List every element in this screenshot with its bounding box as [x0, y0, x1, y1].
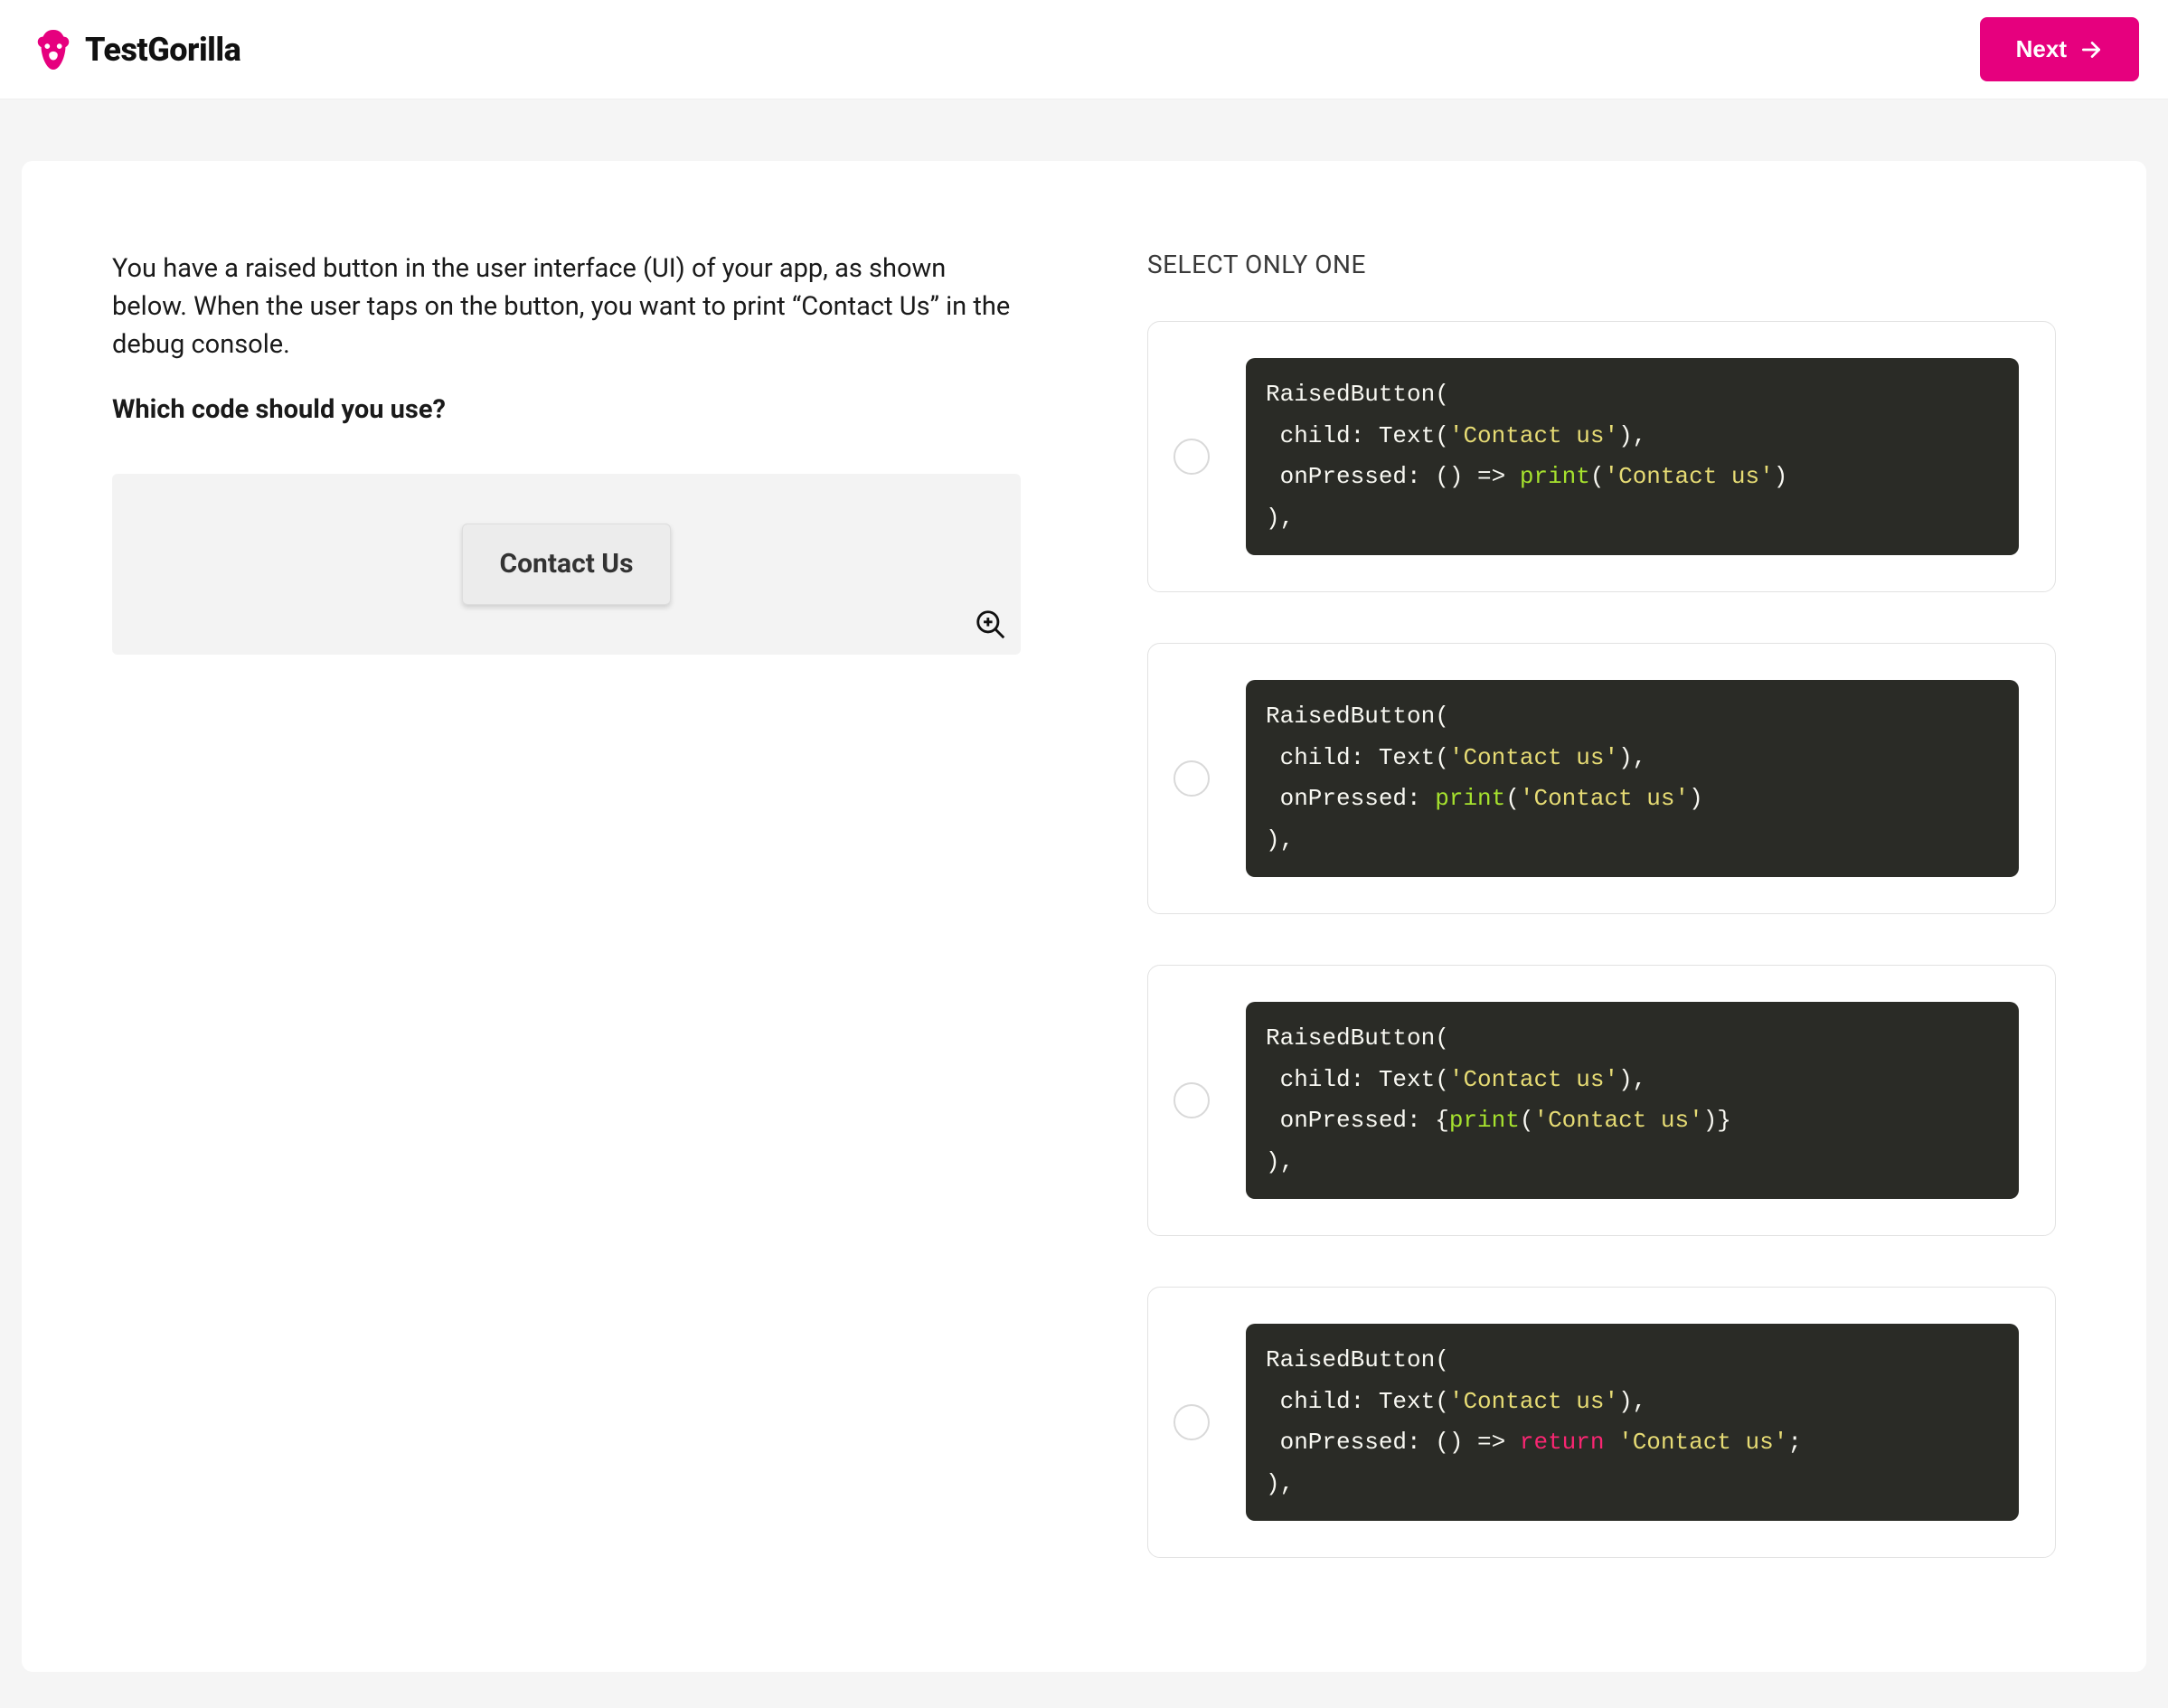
answers-column: SELECT ONLY ONE RaisedButton( child: Tex… [1147, 250, 2056, 1609]
next-button-label: Next [2016, 35, 2067, 63]
question-prompt: Which code should you use? [112, 391, 1021, 429]
page-body: You have a raised button in the user int… [0, 99, 2168, 1708]
code-snippet: RaisedButton( child: Text('Contact us'),… [1246, 1002, 2019, 1199]
radio-button[interactable] [1174, 1404, 1210, 1440]
code-snippet: RaisedButton( child: Text('Contact us'),… [1246, 358, 2019, 555]
code-snippet: RaisedButton( child: Text('Contact us'),… [1246, 1324, 2019, 1521]
zoom-in-icon[interactable] [974, 608, 1008, 642]
answer-option-3[interactable]: RaisedButton( child: Text('Contact us'),… [1147, 965, 2056, 1236]
code-snippet: RaisedButton( child: Text('Contact us'),… [1246, 680, 2019, 877]
radio-button[interactable] [1174, 760, 1210, 797]
question-card: You have a raised button in the user int… [22, 161, 2146, 1672]
options-list: RaisedButton( child: Text('Contact us'),… [1147, 321, 2056, 1558]
contact-us-sample-button: Contact Us [462, 524, 670, 605]
question-image: Contact Us [112, 474, 1021, 655]
next-button[interactable]: Next [1980, 17, 2139, 81]
gorilla-icon [33, 28, 74, 71]
top-bar: TestGorilla Next [0, 0, 2168, 99]
radio-button[interactable] [1174, 439, 1210, 475]
answer-option-2[interactable]: RaisedButton( child: Text('Contact us'),… [1147, 643, 2056, 914]
answer-option-4[interactable]: RaisedButton( child: Text('Contact us'),… [1147, 1287, 2056, 1558]
question-column: You have a raised button in the user int… [112, 250, 1021, 1609]
answer-option-1[interactable]: RaisedButton( child: Text('Contact us'),… [1147, 321, 2056, 592]
question-text: You have a raised button in the user int… [112, 250, 1021, 363]
brand-name: TestGorilla [85, 31, 240, 69]
arrow-right-icon [2079, 38, 2103, 61]
answers-heading: SELECT ONLY ONE [1147, 250, 2056, 279]
brand-logo: TestGorilla [33, 28, 240, 71]
radio-button[interactable] [1174, 1082, 1210, 1118]
